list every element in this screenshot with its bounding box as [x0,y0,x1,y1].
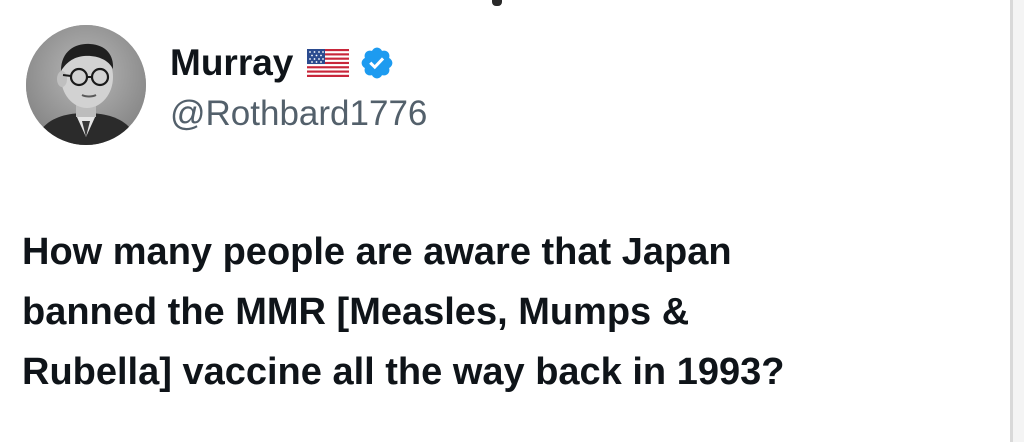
avatar[interactable] [26,25,146,145]
page-edge-divider [1010,0,1024,442]
cropped-element [492,0,502,6]
name-row: Murray [170,42,427,84]
user-handle[interactable]: @Rothbard1776 [170,94,427,134]
us-flag-icon [307,49,350,77]
display-name[interactable]: Murray [170,42,293,84]
tweet-text-line: Rubella] vaccine all the way back in 199… [22,351,785,393]
tweet-card: Murray @Rothbard1776 How many people are… [0,0,1000,442]
tweet-text-line: How many people are aware that Japan [22,231,732,273]
verified-badge-icon[interactable] [359,45,395,81]
portrait-avatar-icon [26,25,146,145]
tweet-text-line: banned the MMR [Measles, Mumps & [22,291,690,333]
tweet-header: Murray @Rothbard1776 [170,42,427,134]
tweet-text: How many people are aware that Japan ban… [22,222,982,402]
